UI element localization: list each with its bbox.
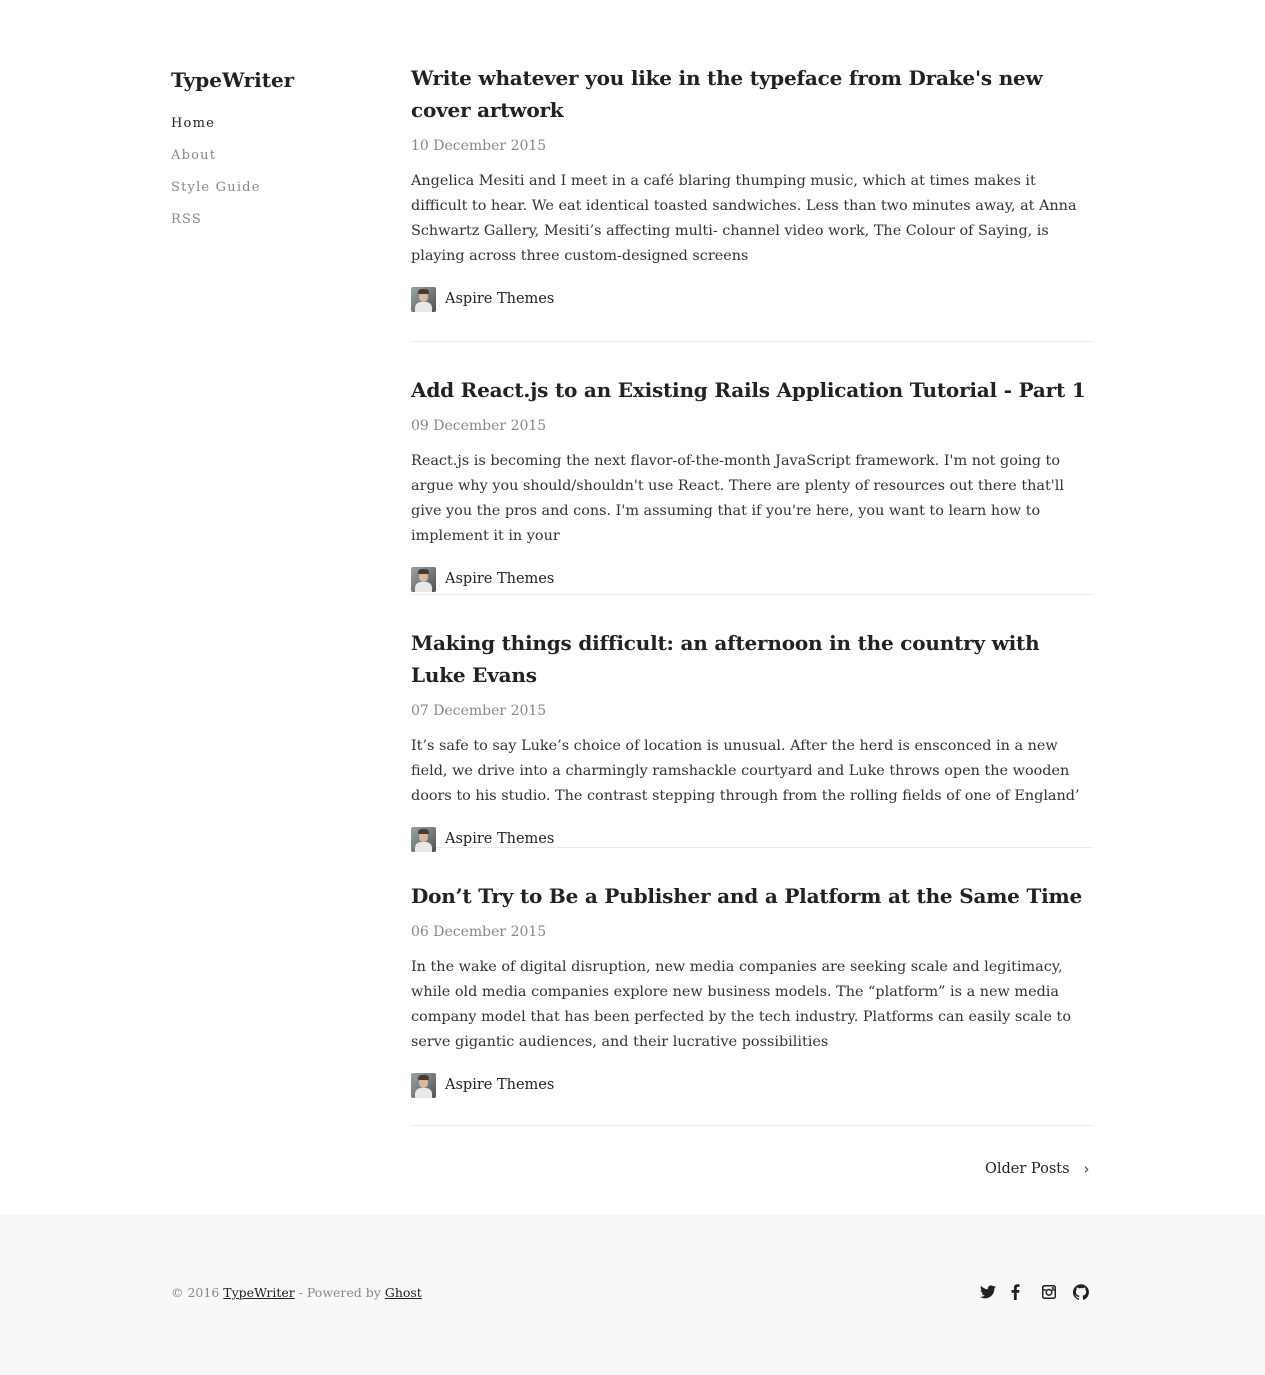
pagination: Older Posts › [985,1160,1090,1178]
post-card: Don’t Try to Be a Publisher and a Platfo… [411,848,1093,1126]
copyright: © 2016 TypeWriter - Powered by Ghost [171,1285,422,1300]
post-card: Making things difficult: an afternoon in… [411,595,1093,852]
post-title[interactable]: Write whatever you like in the typeface … [411,62,1093,126]
nav-link-home[interactable]: Home [171,116,215,131]
instagram-icon[interactable] [1042,1283,1073,1301]
footer-site-link[interactable]: TypeWriter [223,1285,294,1300]
site-title[interactable]: TypeWriter [171,66,371,94]
chevron-right-icon[interactable]: › [1084,1160,1090,1178]
ghost-link[interactable]: Ghost [385,1285,422,1300]
author-name[interactable]: Aspire Themes [445,831,554,847]
nav-item-style-guide: Style Guide [171,178,371,210]
author-avatar [411,1072,436,1098]
github-icon[interactable] [1073,1283,1104,1301]
nav-item-rss: RSS [171,210,371,242]
social-links [980,1283,1104,1301]
post-excerpt: In the wake of digital disruption, new m… [411,959,1072,1050]
nav-link-style-guide[interactable]: Style Guide [171,180,261,195]
older-posts-link[interactable]: Older Posts [985,1161,1070,1177]
author-name[interactable]: Aspire Themes [445,1077,554,1093]
author-avatar [411,566,436,592]
facebook-icon[interactable] [1011,1283,1042,1301]
main-nav: Home About Style Guide RSS [171,114,371,242]
post-excerpt: It’s safe to say Luke’s choice of locati… [411,738,1080,804]
powered-by-text: - Powered by [294,1285,385,1300]
nav-link-rss[interactable]: RSS [171,212,202,227]
post-list: Write whatever you like in the typeface … [411,62,1093,1126]
sidebar: TypeWriter Home About Style Guide RSS [171,66,371,242]
post-author[interactable]: Aspire Themes [411,1072,1093,1098]
author-avatar [411,286,436,312]
author-name[interactable]: Aspire Themes [445,291,554,307]
post-author[interactable]: Aspire Themes [411,566,1093,592]
post-author[interactable]: Aspire Themes [411,286,1093,312]
nav-item-about: About [171,146,371,178]
post-date: 09 December 2015 [411,418,547,434]
post-date: 10 December 2015 [411,138,547,154]
post-excerpt: React.js is becoming the next flavor-of-… [411,453,1064,544]
twitter-icon[interactable] [980,1283,1011,1301]
post-excerpt: Angelica Mesiti and I meet in a café bla… [411,173,1077,264]
post-card: Add React.js to an Existing Rails Applic… [411,342,1093,595]
post-title[interactable]: Making things difficult: an afternoon in… [411,627,1093,691]
nav-link-about[interactable]: About [171,148,216,163]
author-avatar [411,826,436,852]
author-name[interactable]: Aspire Themes [445,571,554,587]
site-footer: © 2016 TypeWriter - Powered by Ghost [0,1215,1265,1375]
post-date: 06 December 2015 [411,924,547,940]
nav-item-home: Home [171,114,371,146]
post-date: 07 December 2015 [411,703,547,719]
post-title[interactable]: Don’t Try to Be a Publisher and a Platfo… [411,880,1093,912]
post-card: Write whatever you like in the typeface … [411,62,1093,342]
copyright-prefix: © 2016 [171,1285,224,1300]
post-title[interactable]: Add React.js to an Existing Rails Applic… [411,374,1093,406]
